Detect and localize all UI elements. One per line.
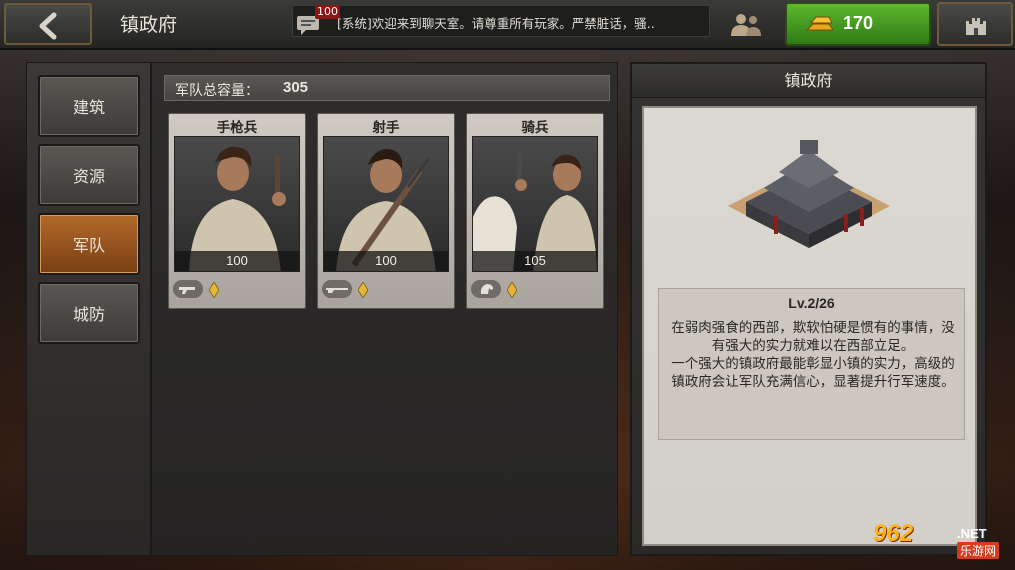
army-panel: 军队总容量： 305 手枪兵 100 射手 100 骑兵 105 [151, 62, 618, 556]
town-hall-building-icon [728, 140, 890, 248]
sidebar-item-army[interactable]: 军队 [38, 213, 140, 275]
horse-icon [471, 280, 501, 298]
unit-power: 105 [473, 251, 597, 271]
rank-diamond-icon [507, 282, 517, 298]
castle-button[interactable] [937, 2, 1013, 46]
chat-ticker[interactable]: 100 [系统]欢迎来到聊天室。请尊重所有玩家。严禁脏话，骚.. [292, 5, 710, 37]
unit-power: 100 [324, 251, 448, 271]
page-title: 镇政府 [120, 14, 178, 36]
gold-purchase-button[interactable]: 170 [785, 2, 931, 46]
category-sidebar: 建筑 资源 军队 城防 [26, 62, 151, 556]
back-arrow-icon [39, 12, 57, 40]
friends-icon[interactable] [728, 10, 764, 38]
info-title: 镇政府 [632, 64, 985, 98]
pistol-icon [173, 280, 203, 298]
unit-name: 射手 [372, 120, 400, 136]
unit-card-rifleman[interactable]: 射手 100 [317, 113, 455, 309]
sidebar-item-label: 军队 [72, 236, 105, 255]
rank-diamond-icon [358, 282, 368, 298]
sidebar-item-label: 城防 [72, 305, 105, 324]
rifle-icon [322, 280, 352, 298]
gold-amount: 170 [843, 13, 874, 33]
army-capacity-bar: 军队总容量： 305 [164, 75, 610, 101]
unit-power: 100 [175, 251, 299, 271]
unit-name: 骑兵 [521, 120, 549, 136]
watermark-subtitle: 乐游网 [957, 542, 1000, 559]
info-body: Lv.2/26 在弱肉强食的西部，欺软怕硬是惯有的事情，没有强大的实力就难以在西… [642, 106, 977, 546]
sidebar-item-resources[interactable]: 资源 [38, 144, 140, 206]
sidebar-item-label: 建筑 [72, 98, 105, 117]
unit-portrait: 100 [323, 136, 449, 272]
site-watermark: 962 .NET 乐游网 [873, 520, 1011, 566]
building-level: Lv.2/26 [788, 295, 835, 311]
watermark-logo: 962 [873, 520, 914, 547]
unit-portrait: 100 [174, 136, 300, 272]
capacity-label: 军队总容量： [175, 83, 259, 99]
chat-message: [系统]欢迎来到聊天室。请尊重所有玩家。严禁脏话，骚.. [337, 16, 655, 31]
watermark-net: .NET [957, 526, 987, 541]
top-bar: 镇政府 100 [系统]欢迎来到聊天室。请尊重所有玩家。严禁脏话，骚.. 170 [0, 0, 1015, 50]
building-description: 在弱肉强食的西部，欺软怕硬是惯有的事情，没有强大的实力就难以在西部立足。 一个强… [671, 320, 955, 390]
sidebar-item-label: 资源 [72, 167, 105, 186]
gold-bars-icon [805, 16, 834, 31]
unit-name: 手枪兵 [216, 120, 258, 136]
unit-card-cavalry[interactable]: 骑兵 105 [466, 113, 604, 309]
sidebar-item-defense[interactable]: 城防 [38, 282, 140, 344]
back-button[interactable] [4, 3, 92, 45]
sidebar-item-buildings[interactable]: 建筑 [38, 75, 140, 137]
capacity-value: 305 [283, 79, 309, 96]
unit-portrait: 105 [472, 136, 598, 272]
castle-icon [966, 18, 986, 35]
building-info-panel: 镇政府 Lv.2/26 在弱肉强食的西部，欺软怕硬是惯有的事情，没有强大的实力就… [630, 62, 987, 556]
description-box: Lv.2/26 在弱肉强食的西部，欺软怕硬是惯有的事情，没有强大的实力就难以在西… [658, 288, 965, 440]
rank-diamond-icon [209, 282, 219, 298]
unit-card-pistolman[interactable]: 手枪兵 100 [168, 113, 306, 309]
